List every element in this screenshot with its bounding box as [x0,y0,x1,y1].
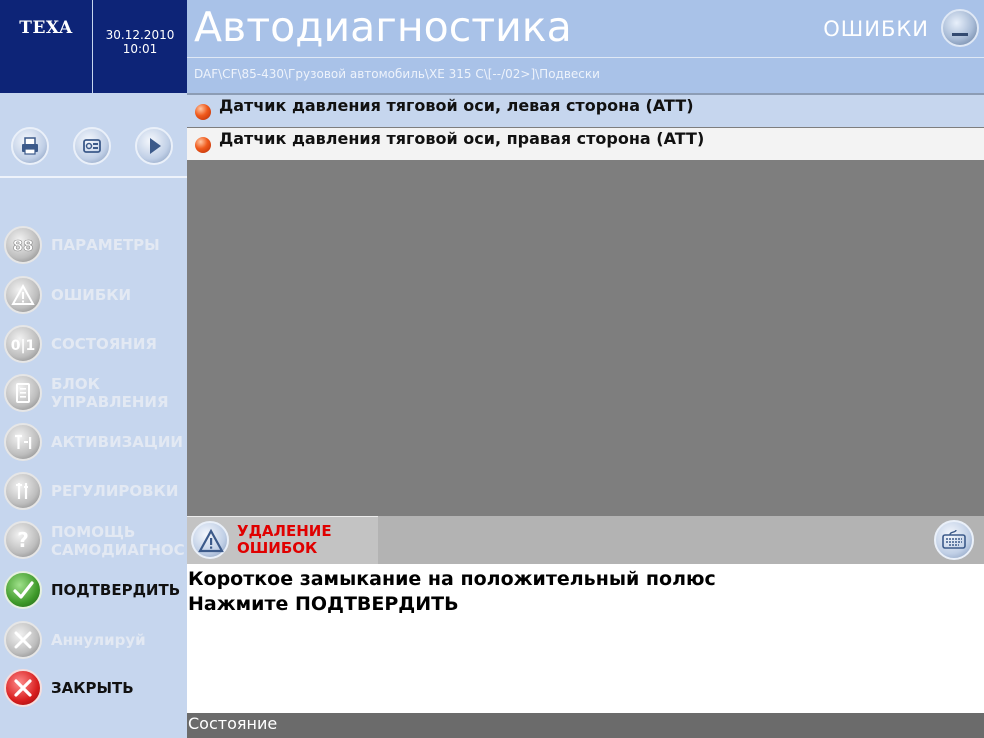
play-icon [150,138,161,154]
date-text: 30.12.2010 [105,28,175,42]
breadcrumb: DAF\CF\85-430\Грузовой автомобиль\XE 315… [187,57,984,93]
menu-label: ПОДТВЕРДИТЬ [51,581,181,599]
menu-label-line1: ПОМОЩЬ [51,523,136,541]
message-line: Короткое замыкание на положительный полю… [188,568,716,590]
message-panel: Короткое замыкание на положительный полю… [187,564,984,713]
close-icon [4,669,42,707]
error-row[interactable]: Датчик давления тяговой оси, правая стор… [187,128,984,160]
svg-text:?: ? [17,528,29,552]
action-title: УДАЛЕНИЕ ОШИБОК [237,523,332,557]
breadcrumb-path: DAF\CF\85-430\Грузовой автомобиль\XE 315… [194,67,600,81]
error-text: Датчик давления тяговой оси, левая сторо… [219,96,694,115]
minimize-button[interactable] [941,9,979,47]
menu-item-confirm[interactable]: ПОДТВЕРДИТЬ [0,567,187,613]
menu-item-activations: АКТИВИЗАЦИИ [0,419,187,465]
sidebar-toolbar [0,120,187,178]
menu-item-errors: ОШИБКИ [0,272,187,318]
svg-text:88: 88 [13,237,34,255]
menu-label: СОСТОЯНИЯ [51,335,157,353]
keyboard-button[interactable] [934,520,974,560]
snapshot-icon [83,139,101,153]
menu-label: ОШИБКИ [51,286,132,304]
cancel-icon [4,621,42,659]
action-bar: УДАЛЕНИЕ ОШИБОК [187,516,984,564]
menu-item-self-diagnosis-help: ? ПОМОЩЬ САМОДИАГНОС [0,517,187,563]
menu-label: ЗАКРЫТЬ [51,679,134,697]
printer-icon [22,137,38,155]
snapshot-button[interactable] [73,127,111,165]
menu-label-line2: САМОДИАГНОС [51,541,185,559]
menu-label: Аннулируй [51,631,146,649]
page-title: Автодиагностика [194,3,572,51]
logo-text: TEXA [19,18,73,38]
menu-label-line2: УПРАВЛЕНИЯ [51,393,169,411]
menu-label: АКТИВИЗАЦИИ [51,433,183,451]
menu-label-line1: БЛОК [51,375,100,393]
print-button[interactable] [11,127,49,165]
adjust-icon [4,472,42,510]
svg-text:0|1: 0|1 [11,338,35,354]
texa-logo: TEXA [0,0,92,93]
status-label: Состояние [188,714,278,733]
switch-01-icon: 0|1 [4,325,42,363]
check-icon [4,571,42,609]
play-button[interactable] [135,127,173,165]
message-line: Нажмите ПОДТВЕРДИТЬ [188,593,459,615]
menu-item-cancel: Аннулируй [0,617,187,663]
activation-icon [4,423,42,461]
error-text: Датчик давления тяговой оси, правая стор… [219,129,705,148]
error-list: Датчик давления тяговой оси, левая сторо… [187,95,984,516]
time-text: 10:01 [122,42,158,56]
warning-icon [191,521,229,559]
error-status-dot [195,137,211,153]
mode-label: ОШИБКИ [823,17,929,41]
header-bar: Автодиагностика ОШИБКИ [187,0,984,57]
action-title-line1: УДАЛЕНИЕ [237,522,332,540]
menu-label: ПОМОЩЬ САМОДИАГНОС [51,523,185,559]
action-tab-clear-errors: УДАЛЕНИЕ ОШИБОК [187,516,378,564]
datetime-display: 30.12.2010 10:01 [93,0,187,93]
menu-label: БЛОК УПРАВЛЕНИЯ [51,375,169,411]
menu-item-adjustments: РЕГУЛИРОВКИ [0,468,187,514]
error-status-dot [195,104,211,120]
menu-item-close[interactable]: ЗАКРЫТЬ [0,665,187,711]
menu-label: РЕГУЛИРОВКИ [51,482,179,500]
error-row[interactable]: Датчик давления тяговой оси, левая сторо… [187,95,984,127]
keyboard-icon [942,529,966,549]
menu-item-states: 0|1 СОСТОЯНИЯ [0,321,187,367]
status-bar: Состояние [187,713,984,738]
ecu-icon [4,374,42,412]
warning-icon [4,276,42,314]
menu-label: ПАРАМЕТРЫ [51,236,160,254]
action-title-line2: ОШИБОК [237,539,318,557]
gauge-88-icon: 88 [4,226,42,264]
help-icon: ? [4,521,42,559]
menu-item-control-unit: БЛОК УПРАВЛЕНИЯ [0,370,187,416]
menu-item-parameters: 88 ПАРАМЕТРЫ [0,222,187,268]
